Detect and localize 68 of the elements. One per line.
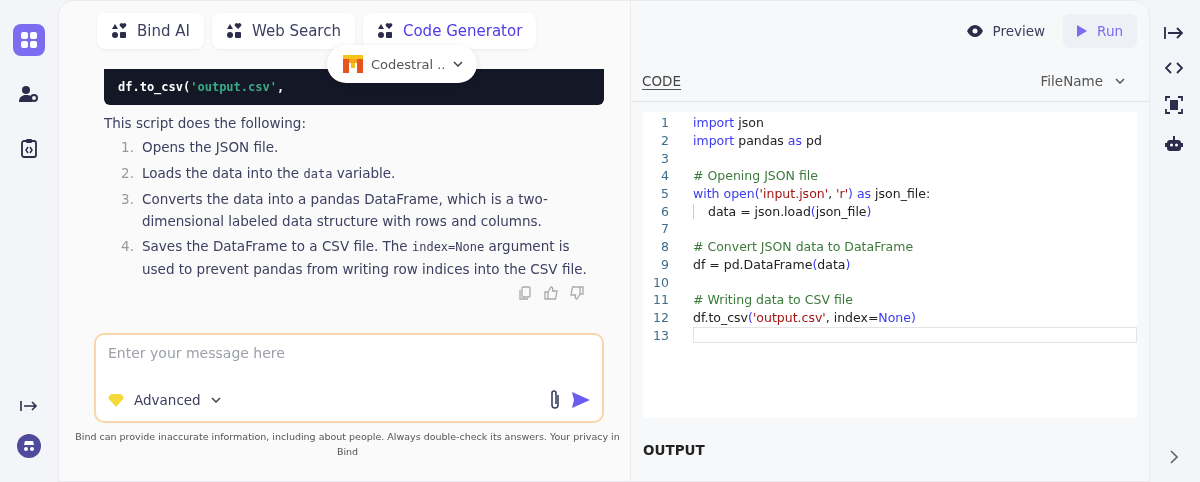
line-number: 9 [660,256,669,272]
message-field[interactable]: Enter your message here [108,345,590,361]
line-number: 3 [660,150,669,166]
code-line: # Opening JSON file [693,168,818,184]
line-number: 2 [660,133,669,149]
output-heading: OUTPUT [643,442,706,458]
step-number: 3. [120,190,135,209]
disclaimer-text: Bind can provide inaccurate information, including about people. Always double-check its answers. Your privacy in Bind [74,430,621,459]
line-number: 6 [660,203,669,219]
diamond-icon [108,393,124,407]
mode-dropdown[interactable]: Advanced [134,392,201,408]
code-line: df.to_csv('output.csv', [118,80,285,94]
code-icon[interactable] [1165,62,1183,74]
step-text: Saves the DataFrame to a CSV file. The index=None argument is used to prevent pandas from writing row indices into the CSV file. [142,237,588,279]
scan-document-icon[interactable] [1165,96,1183,114]
step-number: 1. [120,138,135,157]
line-number: 5 [660,186,669,202]
code-line: # Writing data to CSV file [693,292,853,308]
step-text: Converts the data into a pandas DataFrame, which is a two-dimensional labeled data structure with rows and columns. [142,190,549,231]
chevron-down-icon [1115,78,1125,84]
chevron-right-icon[interactable] [1170,450,1178,464]
code-line: df.to_csv('output.csv', index=None) [693,309,916,325]
answer-text: This script does the following: [104,114,307,133]
paperclip-icon[interactable] [548,389,562,411]
step-number: 2. [120,163,135,183]
thumbs-down-icon[interactable] [570,286,584,300]
chevron-down-icon [453,61,464,67]
expand-icon[interactable] [20,400,38,412]
code-line: # Convert JSON data to DataFrame [693,239,914,255]
grid-icon [20,31,38,49]
code-line: import pandas as pd [693,133,822,149]
code-clipboard-icon [20,138,38,158]
collapse-icon[interactable] [1164,26,1184,40]
code-tab[interactable]: CODE [642,72,681,90]
code-line: with open('input.json', 'r') as json_file: [693,186,931,202]
line-number: 8 [660,239,669,255]
mode-tab[interactable]: Web Search [211,13,355,49]
robot-icon[interactable] [1165,136,1183,152]
run-button[interactable]: Run [1063,14,1137,48]
preview-button[interactable]: Preview [966,14,1046,48]
chevron-down-icon [210,397,221,403]
shapes-icon [111,23,127,39]
play-icon [1077,25,1088,37]
code-line: import json [693,115,764,131]
step-number: 4. [120,237,135,256]
step-text: Opens the JSON file. [142,138,280,157]
model-dropdown[interactable]: Codestral .. [327,45,478,83]
mode-tab[interactable]: Bind AI [97,13,204,49]
user-gear-icon [19,85,39,103]
shapes-icon [376,23,393,39]
line-number: 4 [660,168,669,184]
line-number: 11 [652,292,669,308]
step-text: Loads the data into the data variable. [142,163,397,183]
eye-icon [966,25,983,37]
model-logo [343,55,363,73]
line-number: 12 [652,309,669,325]
line-number: 13 [652,327,669,343]
code-line: data = json.load(json_file) [693,203,872,219]
incognito-avatar-icon[interactable] [17,434,41,458]
line-number: 10 [652,274,669,290]
shapes-icon [225,23,242,39]
file-dropdown[interactable]: FileName [1040,73,1103,89]
line-number: 1 [660,115,669,131]
send-icon[interactable] [572,392,590,408]
line-number: 7 [660,221,669,237]
thumbs-up-icon[interactable] [544,286,558,300]
mode-tab[interactable]: Code Generator [362,13,537,49]
code-line: df = pd.DataFrame(data) [693,256,851,272]
